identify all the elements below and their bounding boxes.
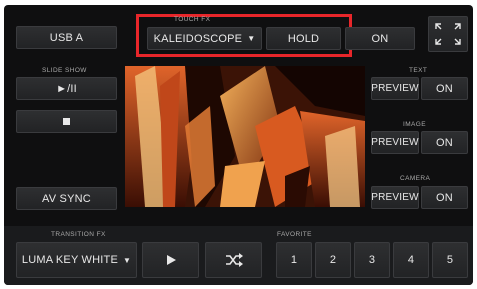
touch-fx-hold-button[interactable]: HOLD	[266, 27, 341, 50]
text-preview-button[interactable]: PREVIEW	[371, 77, 419, 100]
favorite-slot-label: 5	[446, 254, 454, 266]
camera-preview-label: PREVIEW	[371, 192, 419, 203]
shuffle-icon	[225, 253, 243, 267]
transition-fx-title: TRANSITION FX	[51, 231, 106, 238]
image-layer-title: IMAGE	[403, 121, 426, 128]
touch-fx-on-button[interactable]: ON	[345, 27, 415, 50]
image-preview-button[interactable]: PREVIEW	[371, 131, 419, 154]
touch-fx-effect-label: KALEIDOSCOPE	[153, 32, 243, 45]
av-sync-label: AV SYNC	[42, 192, 91, 205]
text-on-label: ON	[436, 82, 453, 95]
image-preview-label: PREVIEW	[371, 137, 419, 148]
transition-fx-dropdown[interactable]: LUMA KEY WHITE ▼	[16, 242, 137, 278]
transition-shuffle-button[interactable]	[205, 242, 262, 278]
play-icon	[166, 255, 176, 265]
favorite-slot-4[interactable]: 4	[393, 242, 429, 278]
favorite-slot-label: 4	[407, 254, 415, 266]
favorite-slot-1[interactable]: 1	[276, 242, 312, 278]
fullscreen-button[interactable]	[428, 16, 468, 52]
caret-down-icon: ▼	[123, 255, 132, 265]
image-on-label: ON	[436, 136, 453, 149]
video-preview	[125, 66, 365, 207]
favorite-slot-label: 2	[329, 254, 337, 266]
favorite-slot-label: 1	[290, 254, 298, 266]
camera-on-label: ON	[436, 191, 453, 204]
kaleidoscope-preview-image	[125, 66, 365, 207]
touch-fx-title: TOUCH FX	[174, 16, 211, 23]
favorite-slot-2[interactable]: 2	[315, 242, 351, 278]
bottom-bar: TRANSITION FX LUMA KEY WHITE ▼ FAVORITE …	[4, 226, 473, 285]
fullscreen-icon	[435, 23, 461, 45]
touch-fx-hold-label: HOLD	[287, 32, 320, 45]
source-button[interactable]: USB A	[16, 26, 117, 49]
camera-layer-title: CAMERA	[400, 175, 431, 182]
text-on-button[interactable]: ON	[421, 77, 468, 100]
touch-fx-effect-dropdown[interactable]: KALEIDOSCOPE ▼	[147, 27, 262, 50]
play-pause-label: ►/II	[56, 82, 77, 95]
slideshow-stop-button[interactable]	[16, 110, 117, 133]
text-layer-title: TEXT	[409, 67, 428, 74]
image-on-button[interactable]: ON	[421, 131, 468, 154]
camera-preview-button[interactable]: PREVIEW	[371, 186, 419, 209]
transition-play-button[interactable]	[142, 242, 199, 278]
slideshow-play-pause-button[interactable]: ►/II	[16, 77, 117, 100]
text-preview-label: PREVIEW	[371, 83, 419, 94]
favorite-title: FAVORITE	[277, 231, 312, 238]
favorite-slot-label: 3	[368, 254, 376, 266]
touch-fx-on-label: ON	[371, 32, 389, 45]
transition-fx-effect-label: LUMA KEY WHITE	[21, 254, 118, 266]
caret-down-icon: ▼	[247, 34, 256, 43]
vj-panel: USB A TOUCH FX KALEIDOSCOPE ▼ HOLD ON SL…	[4, 5, 473, 285]
slideshow-title: SLIDE SHOW	[42, 67, 87, 74]
favorite-slot-3[interactable]: 3	[354, 242, 390, 278]
av-sync-button[interactable]: AV SYNC	[16, 187, 117, 210]
camera-on-button[interactable]: ON	[421, 186, 468, 209]
favorite-slot-5[interactable]: 5	[432, 242, 468, 278]
source-label: USB A	[49, 31, 84, 44]
stop-icon	[63, 118, 70, 125]
